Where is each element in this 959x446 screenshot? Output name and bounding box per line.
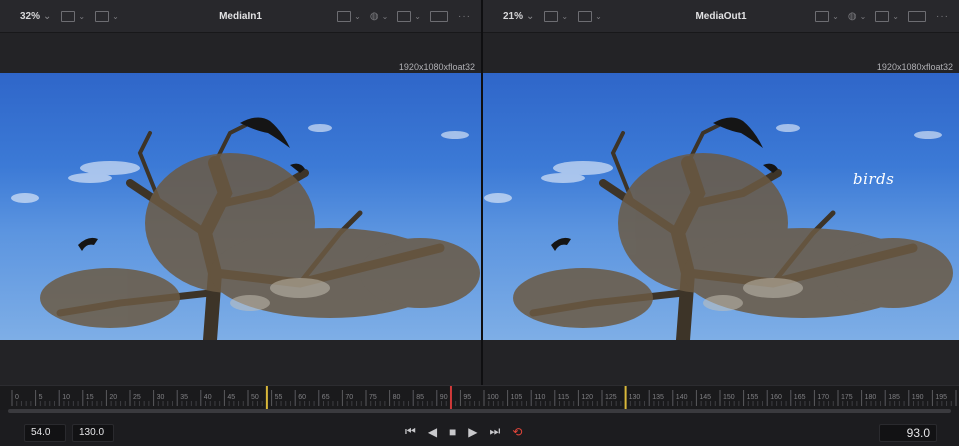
timeline-tick-label: 30 [156, 394, 165, 401]
timeline-ticks [11, 386, 957, 410]
overlay-button[interactable]: ⌄ [578, 10, 602, 22]
timeline-tick-label: 195 [935, 394, 948, 401]
lut-button[interactable]: ⌄ [875, 10, 899, 22]
timeline-tick-label: 85 [416, 394, 424, 401]
timeline-tick-label: 60 [298, 394, 306, 401]
loop-icon[interactable]: ⟲ [512, 425, 522, 439]
timeline-tick-label: 155 [746, 394, 759, 401]
viewer-toolbar: 21% ⌄ ⌄ ⌄ MediaOut1 ⌄ ◍ ⌄ ⌄ ··· [483, 0, 959, 33]
timeline-tick-label: 175 [841, 394, 853, 401]
timeline-tick-label: 40 [203, 394, 212, 401]
timeline-tick-label: 170 [817, 394, 830, 401]
timeline-tick-label: 115 [557, 394, 569, 401]
timeline-tick-label: 145 [699, 394, 712, 401]
timeline-tick-label: 50 [251, 394, 259, 401]
timeline-tick-label: 65 [321, 394, 330, 401]
timeline-tick-label: 150 [723, 394, 735, 401]
timeline-tick-label: 130 [628, 394, 641, 401]
resolution-label: 1920x1080xfloat32 [398, 62, 475, 72]
playback-controls: ⏮ ◀ ■ ▶ ⏭ ⟲ [405, 424, 522, 439]
zoom-dropdown[interactable]: 32% ⌄ [20, 11, 51, 22]
overlay-button[interactable]: ⌄ [95, 10, 119, 22]
in-point-field[interactable]: 54.0 [24, 424, 66, 442]
fit-button[interactable] [430, 10, 448, 22]
viewer-title: MediaOut1 [695, 10, 747, 22]
viewer-image[interactable]: birds [483, 73, 959, 340]
current-time-display[interactable]: 93.0 [879, 424, 937, 442]
timeline-tick-label: 185 [888, 394, 900, 401]
timeline-tick-label: 10 [62, 394, 70, 401]
more-options-icon[interactable]: ··· [458, 11, 471, 22]
timeline-tick-label: 25 [133, 394, 141, 401]
timeline-tick-label: 20 [109, 394, 118, 401]
channel-button[interactable]: ◍ ⌄ [370, 11, 388, 22]
viewer-right: 21% ⌄ ⌄ ⌄ MediaOut1 ⌄ ◍ ⌄ ⌄ ··· 1920x1080x… [483, 0, 959, 385]
zoom-dropdown[interactable]: 21% ⌄ [503, 11, 534, 22]
viewer-image[interactable] [0, 73, 481, 340]
viewer-toolbar: 32% ⌄ ⌄ ⌄ MediaIn1 ⌄ ◍ ⌄ ⌄ ··· [0, 0, 481, 33]
timeline-tick-label: 140 [675, 394, 688, 401]
timeline-tick-label: 55 [274, 394, 283, 401]
timeline-tick-label: 75 [369, 394, 377, 401]
roi-button[interactable]: ⌄ [337, 10, 361, 22]
skip-to-end-icon[interactable]: ⏭ [490, 424, 501, 439]
timeline-tick-label: 90 [439, 394, 448, 401]
channel-button[interactable]: ◍ ⌄ [848, 11, 866, 22]
timeline-tick-label: 105 [510, 394, 523, 401]
timeline-tick-label: 0 [15, 394, 19, 401]
out-point-field[interactable]: 130.0 [72, 424, 114, 442]
scrub-bar[interactable] [8, 409, 951, 413]
timeline-tick-label: 70 [345, 394, 354, 401]
play-icon[interactable]: ▶ [468, 425, 477, 439]
timeline-tick-label: 180 [864, 394, 877, 401]
timeline-tick-label: 35 [180, 394, 188, 401]
timeline-tick-label: 80 [392, 394, 401, 401]
timeline-tick-label: 110 [534, 394, 546, 401]
roi-button[interactable]: ⌄ [815, 10, 839, 22]
timeline-tick-label: 15 [85, 394, 94, 401]
viewer-left: 32% ⌄ ⌄ ⌄ MediaIn1 ⌄ ◍ ⌄ ⌄ ··· 1920x1080xf… [0, 0, 481, 385]
timeline-tick-label: 5 [38, 394, 43, 401]
stop-icon[interactable]: ■ [449, 425, 456, 439]
play-reverse-icon[interactable]: ◀ [428, 425, 437, 439]
fit-button[interactable] [908, 10, 926, 22]
timeline-tick-label: 125 [605, 394, 617, 401]
layout-button[interactable]: ⌄ [61, 10, 85, 22]
more-options-icon[interactable]: ··· [936, 11, 949, 22]
lut-button[interactable]: ⌄ [397, 10, 421, 22]
resolution-label: 1920x1080xfloat32 [876, 62, 953, 72]
timeline-tick-label: 160 [770, 394, 782, 401]
transport-bar: 54.0 130.0 ⏮ ◀ ■ ▶ ⏭ ⟲ 93.0 [0, 418, 959, 446]
text-overlay: birds [853, 170, 895, 188]
skip-to-start-icon[interactable]: ⏮ [405, 424, 416, 439]
timeline-tick-label: 135 [652, 394, 664, 401]
timeline-tick-label: 100 [487, 394, 499, 401]
viewer-title: MediaIn1 [219, 10, 262, 22]
timeline-tick-label: 45 [227, 394, 236, 401]
timeline-tick-label: 165 [793, 394, 806, 401]
timeline-ruler[interactable]: 0 5 10 15 20 25 30 35 40 45 50 55 60 65 70 75 80 85 90 95 10… [0, 385, 959, 410]
timeline-tick-label: 190 [911, 394, 924, 401]
timeline-tick-label: 120 [581, 394, 594, 401]
timeline-tick-label: 95 [463, 394, 472, 401]
layout-button[interactable]: ⌄ [544, 10, 568, 22]
